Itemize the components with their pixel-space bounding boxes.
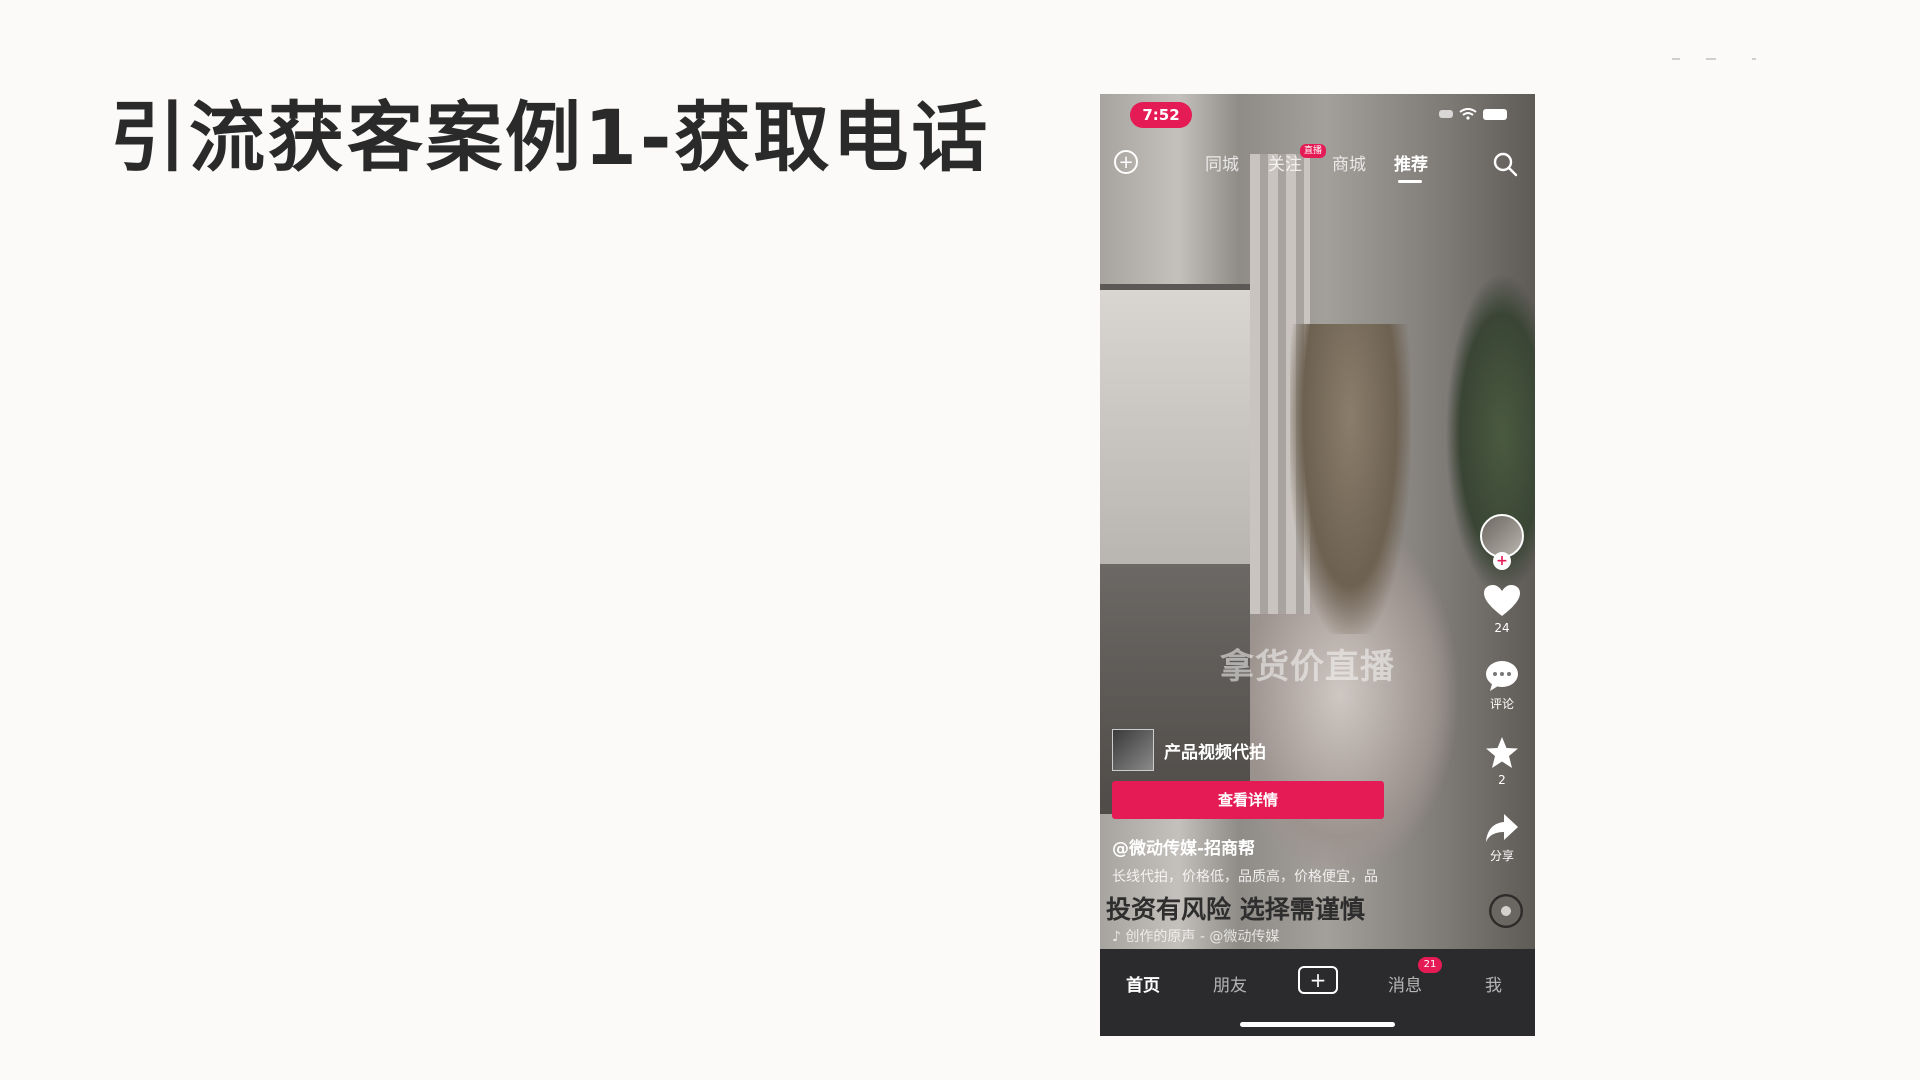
create-post-button[interactable]: + — [1298, 966, 1338, 994]
favorite-button[interactable]: 2 — [1475, 736, 1529, 787]
tab-recommend[interactable]: 推荐 — [1394, 150, 1428, 175]
share-arrow-icon[interactable] — [1484, 812, 1520, 844]
tab-following[interactable]: 关注 — [1268, 150, 1302, 175]
like-button[interactable]: 24 — [1475, 584, 1529, 635]
signal-icon — [1439, 110, 1453, 118]
author-handle[interactable]: @微动传媒-招商帮 — [1112, 834, 1255, 859]
music-disc-icon[interactable] — [1489, 894, 1523, 928]
favorite-count: 2 — [1498, 773, 1506, 787]
like-count: 24 — [1494, 621, 1510, 635]
video-description: 长线代拍，价格低，品质高，价格便宜，品 — [1112, 869, 1378, 885]
music-title[interactable]: ♪ 创作的原声 - @微动传媒 — [1112, 926, 1279, 946]
product-name[interactable]: 产品视频代拍 — [1164, 738, 1266, 763]
search-icon[interactable] — [1491, 150, 1519, 178]
slide-title: 引流获客案例1-获取电话 — [110, 93, 991, 182]
product-card[interactable]: 产品视频代拍 — [1112, 729, 1266, 771]
status-icons — [1439, 108, 1507, 120]
video-overlay-caption: 拿货价直播 — [1220, 647, 1395, 687]
tab-nearby[interactable]: 同城 — [1205, 150, 1239, 175]
battery-icon — [1483, 108, 1507, 120]
share-button[interactable]: 分享 — [1475, 812, 1529, 864]
comment-label: 评论 — [1489, 697, 1514, 711]
bottom-nav: 首页 朋友 + 消息 21 我 — [1100, 949, 1535, 1036]
sofa-background — [1100, 564, 1250, 814]
star-icon[interactable] — [1484, 736, 1520, 770]
top-tabs: 同城 关注 直播 商城 推荐 — [1100, 144, 1535, 190]
view-details-button[interactable]: 查看详情 — [1112, 781, 1384, 819]
wifi-icon — [1459, 108, 1477, 120]
window-background — [1100, 284, 1256, 580]
message-count-badge: 21 — [1418, 957, 1442, 973]
decorative-dots — [1672, 58, 1762, 78]
share-label: 分享 — [1489, 849, 1514, 863]
comment-button[interactable]: 评论 — [1475, 660, 1529, 712]
comment-icon[interactable] — [1484, 660, 1520, 692]
live-badge: 直播 — [1300, 144, 1327, 158]
nav-home[interactable]: 首页 — [1126, 971, 1160, 996]
nav-messages[interactable]: 消息 — [1388, 971, 1422, 996]
active-tab-indicator — [1398, 180, 1422, 183]
risk-warning: 投资有风险 选择需谨慎 — [1106, 895, 1365, 924]
home-indicator — [1240, 1022, 1395, 1027]
status-time: 7:52 — [1130, 102, 1192, 128]
product-thumbnail[interactable] — [1112, 729, 1154, 771]
nav-me[interactable]: 我 — [1485, 971, 1502, 996]
tab-mall[interactable]: 商城 — [1332, 150, 1366, 175]
phone-screenshot: 7:52 + 同城 关注 直播 商城 推荐 + 24 评论 2 分享 拿货价直播… — [1100, 94, 1535, 1036]
video-frame: 7:52 + 同城 关注 直播 商城 推荐 + 24 评论 2 分享 拿货价直播… — [1100, 94, 1535, 949]
heart-icon[interactable] — [1483, 584, 1521, 618]
person-figure — [1290, 324, 1410, 634]
follow-plus-icon[interactable]: + — [1493, 552, 1511, 570]
nav-friends[interactable]: 朋友 — [1213, 971, 1247, 996]
